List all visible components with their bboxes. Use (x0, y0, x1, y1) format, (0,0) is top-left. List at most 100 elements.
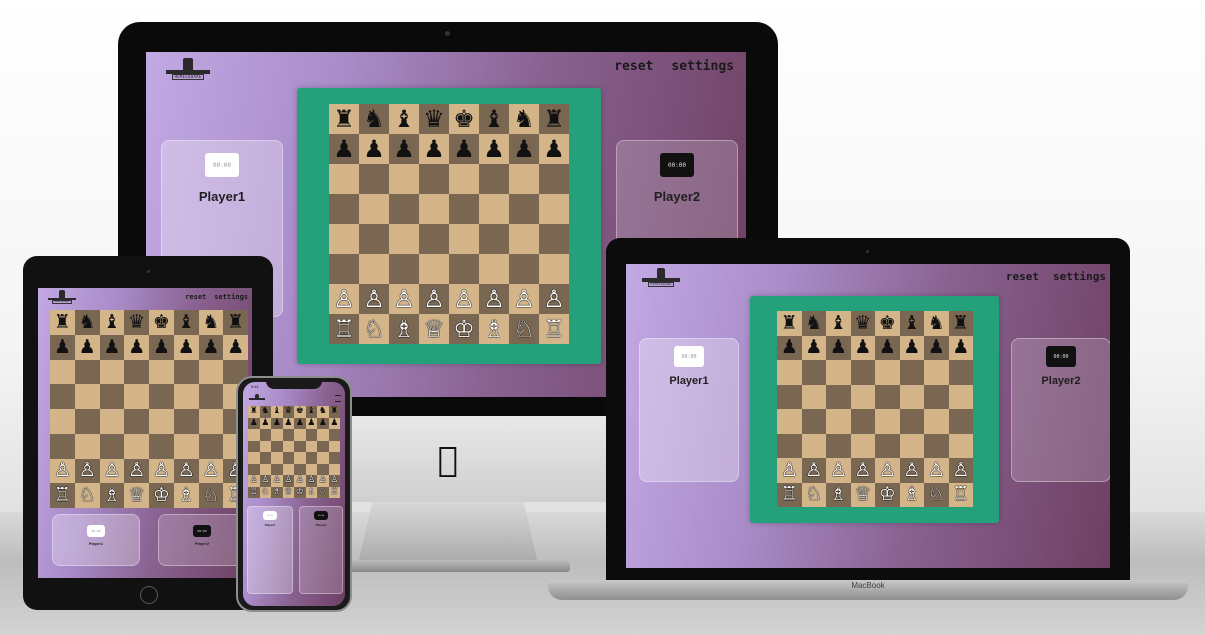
chess-piece[interactable]: ♙ (330, 476, 338, 485)
board-square[interactable]: ♟ (389, 134, 419, 164)
board-square[interactable] (50, 409, 75, 434)
board-square[interactable] (99, 409, 125, 434)
chess-piece[interactable]: ♙ (153, 461, 170, 480)
board-square[interactable]: ♖ (248, 486, 260, 498)
board-square[interactable] (801, 360, 826, 385)
board-square[interactable] (317, 440, 329, 452)
board-square[interactable] (248, 463, 260, 475)
chess-piece[interactable]: ♟ (307, 418, 315, 428)
board-square[interactable]: ♙ (449, 284, 479, 314)
chess-piece[interactable]: ♕ (423, 317, 445, 341)
chess-piece[interactable]: ♘ (261, 487, 269, 497)
board-square[interactable] (389, 254, 419, 284)
chess-piece[interactable]: ♕ (854, 485, 871, 504)
board-square[interactable] (539, 224, 569, 254)
board-square[interactable] (875, 360, 900, 385)
chess-piece[interactable]: ♕ (128, 486, 145, 505)
board-square[interactable] (449, 164, 479, 194)
board-square[interactable] (479, 194, 509, 224)
chess-piece[interactable]: ♝ (830, 313, 847, 333)
board-square[interactable] (74, 409, 100, 434)
chess-piece[interactable]: ♖ (333, 317, 355, 341)
board-square[interactable]: ♙ (924, 458, 949, 483)
board-square[interactable] (198, 384, 224, 409)
board-square[interactable]: ♝ (899, 311, 924, 336)
chess-piece[interactable]: ♔ (153, 486, 170, 505)
chess-piece[interactable]: ♞ (319, 407, 327, 416)
chess-piece[interactable]: ♟ (250, 418, 258, 428)
chess-piece[interactable]: ♗ (483, 317, 505, 341)
board-square[interactable] (173, 409, 199, 434)
board-square[interactable] (173, 433, 199, 459)
board-square[interactable]: ♜ (777, 311, 802, 336)
board-square[interactable] (509, 194, 539, 224)
board-square[interactable] (419, 164, 449, 194)
chess-board[interactable]: ♜♞♝♛♚♝♞♜♟♟♟♟♟♟♟♟♙♙♙♙♙♙♙♙♖♘♗♕♔♗♘♖ (248, 406, 340, 498)
chess-piece[interactable]: ♙ (103, 461, 120, 480)
board-square[interactable]: ♙ (359, 284, 389, 314)
board-square[interactable]: ♘ (198, 483, 224, 508)
chess-piece[interactable]: ♟ (513, 137, 535, 161)
chess-piece[interactable]: ♛ (128, 312, 145, 332)
board-square[interactable]: ♗ (389, 314, 419, 344)
board-square[interactable] (899, 360, 924, 385)
board-square[interactable] (248, 452, 260, 464)
chess-piece[interactable]: ♜ (330, 407, 338, 416)
chess-piece[interactable]: ♙ (79, 461, 96, 480)
board-square[interactable]: ♟ (99, 334, 125, 360)
board-square[interactable]: ♝ (479, 104, 509, 134)
board-square[interactable] (99, 384, 125, 409)
board-square[interactable] (305, 429, 317, 441)
board-square[interactable]: ♙ (149, 458, 174, 484)
chess-piece[interactable]: ♙ (781, 460, 798, 480)
board-square[interactable] (99, 433, 125, 459)
chess-piece[interactable]: ♗ (830, 485, 847, 504)
board-square[interactable] (850, 433, 875, 458)
board-square[interactable] (248, 440, 260, 452)
chess-piece[interactable]: ♞ (79, 312, 96, 332)
board-square[interactable]: ♜ (248, 406, 260, 418)
board-square[interactable] (329, 194, 359, 224)
board-square[interactable]: ♟ (826, 335, 851, 360)
board-square[interactable]: ♞ (801, 311, 826, 336)
chess-piece[interactable]: ♖ (543, 317, 565, 341)
board-square[interactable] (294, 463, 306, 475)
board-square[interactable]: ♞ (924, 311, 949, 336)
board-square[interactable] (850, 360, 875, 385)
board-square[interactable]: ♚ (875, 311, 900, 336)
board-square[interactable] (899, 409, 924, 434)
chess-piece[interactable]: ♟ (153, 337, 170, 357)
board-square[interactable] (328, 463, 340, 475)
board-square[interactable]: ♘ (359, 314, 389, 344)
board-square[interactable]: ♟ (801, 335, 826, 360)
chess-piece[interactable]: ♔ (879, 485, 896, 504)
chess-piece[interactable]: ♟ (227, 337, 244, 357)
chess-piece[interactable]: ♔ (296, 487, 304, 497)
board-square[interactable] (948, 433, 973, 458)
board-square[interactable]: ♝ (173, 310, 199, 335)
chess-piece[interactable]: ♜ (227, 312, 244, 332)
chess-piece[interactable]: ♟ (483, 137, 505, 161)
chess-piece[interactable]: ♙ (805, 460, 822, 480)
chess-piece[interactable]: ♟ (423, 137, 445, 161)
board-square[interactable] (924, 433, 949, 458)
board-square[interactable]: ♙ (282, 475, 294, 487)
chess-piece[interactable]: ♟ (393, 137, 415, 161)
board-square[interactable]: ♜ (329, 104, 359, 134)
board-square[interactable]: ♖ (539, 314, 569, 344)
board-square[interactable] (329, 254, 359, 284)
chess-piece[interactable]: ♗ (273, 487, 281, 497)
board-square[interactable]: ♙ (317, 475, 329, 487)
board-square[interactable]: ♟ (449, 134, 479, 164)
chess-board[interactable]: ♜♞♝♛♚♝♞♜♟♟♟♟♟♟♟♟♙♙♙♙♙♙♙♙♖♘♗♕♔♗♘♖ (329, 104, 569, 344)
chess-piece[interactable]: ♟ (178, 337, 195, 357)
board-square[interactable]: ♕ (282, 486, 294, 498)
board-square[interactable] (282, 452, 294, 464)
board-square[interactable]: ♘ (74, 483, 100, 508)
board-square[interactable]: ♚ (149, 310, 174, 335)
board-square[interactable]: ♟ (479, 134, 509, 164)
board-square[interactable]: ♙ (509, 284, 539, 314)
chess-piece[interactable]: ♘ (805, 485, 822, 504)
board-square[interactable]: ♙ (50, 458, 75, 484)
board-square[interactable]: ♟ (305, 417, 317, 429)
